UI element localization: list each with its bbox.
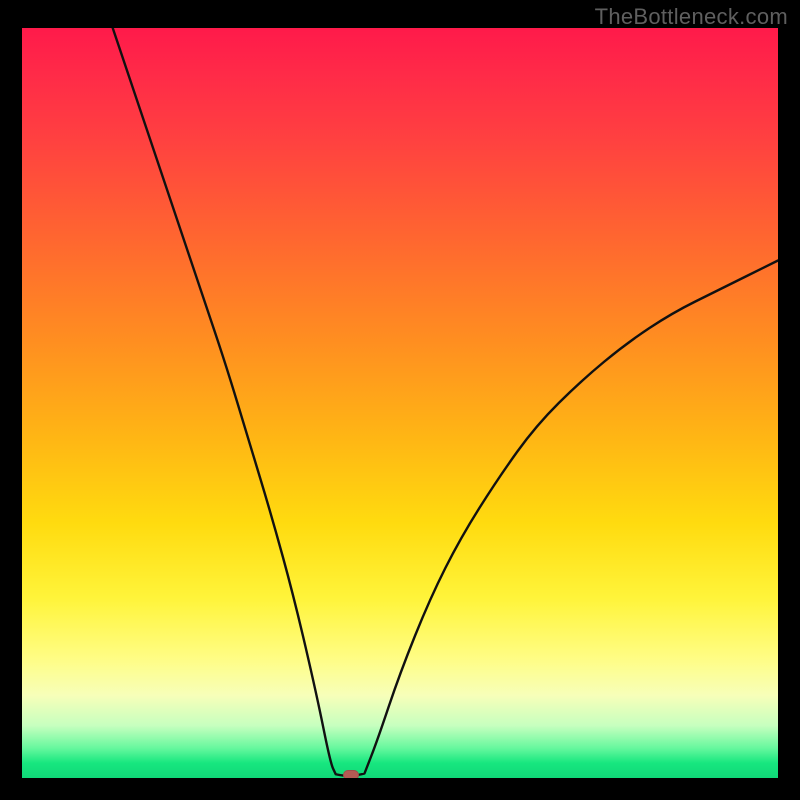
plot-area	[22, 28, 778, 778]
minimum-marker	[343, 770, 359, 778]
watermark-text: TheBottleneck.com	[595, 4, 788, 30]
chart-frame: TheBottleneck.com	[0, 0, 800, 800]
bottleneck-curve	[22, 28, 778, 778]
